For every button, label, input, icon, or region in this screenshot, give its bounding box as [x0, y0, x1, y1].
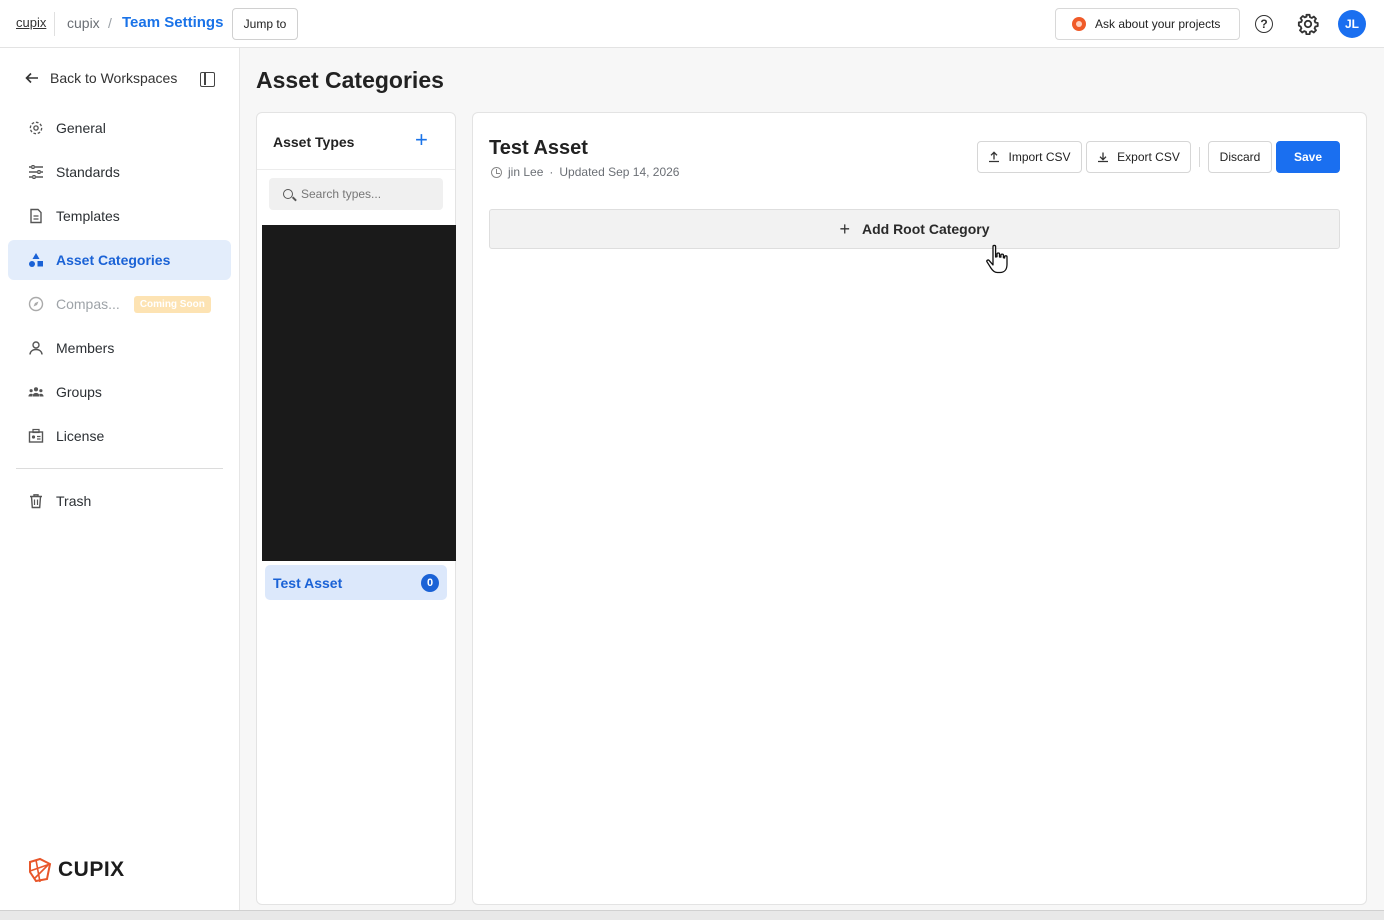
updated-date: Updated Sep 14, 2026	[559, 165, 680, 179]
asset-types-panel: Asset Types + Test Asset 0	[256, 112, 456, 905]
export-csv-label: Export CSV	[1117, 150, 1180, 164]
trash-icon	[28, 493, 44, 509]
breadcrumb-current: Team Settings	[122, 14, 224, 31]
sidebar-item-label: Standards	[56, 164, 120, 180]
type-preview-image	[262, 225, 456, 561]
ask-projects-label: Ask about your projects	[1095, 17, 1221, 31]
help-icon[interactable]: ?	[1255, 15, 1273, 33]
save-button[interactable]: Save	[1276, 141, 1340, 173]
asset-title: Test Asset	[489, 137, 588, 159]
divider	[1199, 147, 1200, 167]
window-bottom-edge	[0, 910, 1384, 920]
coming-soon-badge: Coming Soon	[133, 295, 211, 313]
add-root-category-label: Add Root Category	[861, 221, 990, 237]
sidebar-item-standards[interactable]: Standards	[8, 152, 231, 192]
collapse-sidebar-icon[interactable]	[200, 72, 215, 87]
top-bar: cupix cupix / Team Settings Jump to Ask …	[0, 0, 1384, 48]
list-item[interactable]: Test Asset 0	[265, 565, 447, 600]
cupix-logo-icon	[29, 857, 52, 883]
discard-button[interactable]: Discard	[1208, 141, 1272, 173]
compass-icon	[28, 296, 44, 312]
sidebar-item-groups[interactable]: Groups	[8, 372, 231, 412]
sidebar-item-label: Members	[56, 340, 115, 356]
assistant-icon	[1072, 17, 1086, 31]
sidebar-item-general[interactable]: General	[8, 108, 231, 148]
brand-logo: CUPIX	[26, 856, 125, 884]
meta-dot: ·	[549, 165, 554, 179]
divider	[257, 169, 455, 170]
sidebar-item-label: Trash	[56, 493, 92, 509]
download-icon	[1098, 152, 1109, 163]
plus-icon: +	[839, 218, 850, 239]
export-csv-button[interactable]: Export CSV	[1086, 141, 1191, 173]
sidebar-item-label: License	[56, 428, 105, 444]
sidebar-item-members[interactable]: Members	[8, 328, 231, 368]
jump-to-button[interactable]: Jump to	[232, 8, 298, 40]
hand-cursor-icon	[986, 244, 1008, 274]
sidebar-item-label: General	[56, 120, 106, 136]
sidebar-item-label: Compas...	[56, 296, 120, 312]
breadcrumb-separator: /	[108, 15, 112, 31]
count-badge: 0	[421, 573, 439, 592]
page-title: Asset Categories	[256, 67, 444, 93]
home-logo-link[interactable]: cupix	[16, 15, 46, 30]
back-label: Back to Workspaces	[50, 70, 178, 86]
arrow-left-icon	[25, 72, 38, 84]
sidebar-item-templates[interactable]: Templates	[8, 196, 231, 236]
import-csv-label: Import CSV	[1008, 150, 1071, 164]
sidebar-item-label: Templates	[56, 208, 120, 224]
gear-icon	[28, 120, 44, 136]
asset-types-title: Asset Types	[273, 134, 355, 150]
search-icon	[283, 189, 293, 199]
ask-projects-button[interactable]: Ask about your projects	[1055, 8, 1240, 40]
back-to-workspaces-link[interactable]: Back to Workspaces	[24, 70, 177, 86]
user-avatar[interactable]: JL	[1338, 10, 1366, 38]
sidebar-item-compass: Compas... Coming Soon	[8, 284, 231, 324]
author-name: jin Lee	[508, 165, 544, 179]
asset-detail-panel: Test Asset jin Lee · Updated Sep 14, 202…	[472, 112, 1367, 905]
shapes-icon	[28, 252, 44, 268]
sidebar-item-license[interactable]: License	[8, 416, 231, 456]
import-csv-button[interactable]: Import CSV	[977, 141, 1082, 173]
settings-sidebar: Back to Workspaces General Standards Tem…	[0, 48, 240, 910]
document-icon	[28, 208, 44, 224]
add-type-button[interactable]: +	[415, 128, 428, 152]
sidebar-item-trash[interactable]: Trash	[8, 481, 231, 521]
divider	[54, 12, 55, 36]
settings-gear-icon[interactable]	[1297, 13, 1319, 35]
type-name: Test Asset	[273, 574, 343, 591]
history-icon	[491, 166, 502, 178]
group-icon	[28, 384, 44, 400]
search-types-input[interactable]	[269, 178, 443, 210]
upload-icon	[989, 151, 1000, 163]
brand-text: CUPIX	[58, 858, 125, 881]
person-icon	[28, 340, 44, 356]
sliders-icon	[28, 164, 44, 180]
license-icon	[28, 428, 44, 444]
sidebar-item-asset-categories[interactable]: Asset Categories	[8, 240, 231, 280]
asset-meta: jin Lee · Updated Sep 14, 2026	[491, 165, 679, 179]
breadcrumb-workspace[interactable]: cupix	[67, 15, 100, 31]
sidebar-divider	[16, 468, 223, 469]
main-content: Asset Categories Asset Types + Test Asse…	[240, 48, 1384, 910]
sidebar-item-label: Groups	[56, 384, 102, 400]
sidebar-item-label: Asset Categories	[56, 252, 171, 268]
add-root-category-button[interactable]: + Add Root Category	[489, 209, 1340, 249]
